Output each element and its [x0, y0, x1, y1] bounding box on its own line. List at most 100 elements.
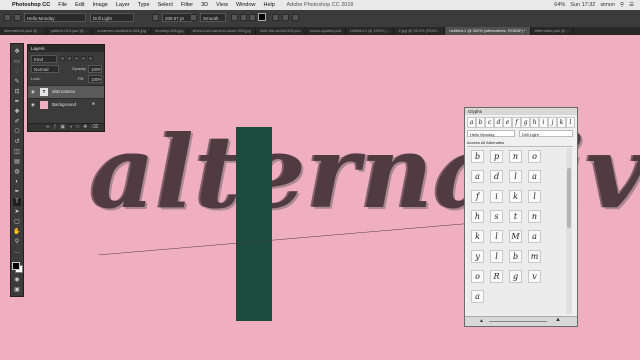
- layer-style-icon[interactable]: ƒ: [54, 124, 57, 131]
- lasso-tool-icon[interactable]: ◌: [13, 68, 21, 76]
- path-select-tool-icon[interactable]: ➤: [13, 208, 21, 216]
- quick-mask-icon[interactable]: ◉: [13, 276, 21, 284]
- layer-row-background[interactable]: ◉ Background ■: [28, 98, 104, 111]
- search-icon[interactable]: ⚲: [620, 2, 624, 8]
- quick-select-tool-icon[interactable]: ✎: [13, 78, 21, 86]
- brush-tool-icon[interactable]: ✐: [13, 118, 21, 126]
- document-tab[interactable]: when-love-came-to-town-009.jpg: [188, 27, 256, 35]
- recent-glyph-cell[interactable]: d: [494, 117, 503, 128]
- document-tab[interactable]: ornamen-variations-004.jpg: [93, 27, 151, 35]
- crop-tool-icon[interactable]: ⊡: [13, 88, 21, 96]
- glyph-size-slider[interactable]: [489, 321, 547, 322]
- font-style-select[interactable]: Drill Light: [90, 13, 134, 22]
- filter-pixel-icon[interactable]: [60, 56, 65, 61]
- text-color-swatch[interactable]: [258, 13, 266, 21]
- filter-shape-icon[interactable]: [81, 56, 86, 61]
- visibility-eye-icon[interactable]: ◉: [31, 89, 35, 95]
- document-tab[interactable]: Untitled-1 @ 100% (...: [346, 27, 395, 35]
- glyph-cell[interactable]: b: [471, 150, 484, 163]
- glyph-cell[interactable]: h: [471, 210, 484, 223]
- recent-glyph-cell[interactable]: j: [548, 117, 557, 128]
- glyph-cell[interactable]: t: [509, 210, 522, 223]
- glyph-cell[interactable]: l: [490, 250, 503, 263]
- menu-list-icon[interactable]: ☰: [629, 2, 634, 8]
- layer-name[interactable]: Background: [52, 102, 76, 107]
- recent-glyph-cell[interactable]: a: [467, 117, 476, 128]
- recent-glyph-cell[interactable]: c: [485, 117, 494, 128]
- recent-glyph-cell[interactable]: g: [521, 117, 530, 128]
- glyph-cell[interactable]: n: [509, 150, 522, 163]
- glyph-cell[interactable]: d: [490, 170, 503, 183]
- clock[interactable]: Sun 17:32: [570, 2, 595, 8]
- glyph-cell[interactable]: a: [471, 290, 484, 303]
- add-mask-icon[interactable]: ▣: [60, 124, 65, 131]
- glyph-cell[interactable]: a: [528, 170, 541, 183]
- glyph-cell[interactable]: l: [509, 170, 522, 183]
- glyph-cell[interactable]: n: [528, 210, 541, 223]
- recent-glyph-cell[interactable]: f: [512, 117, 521, 128]
- glyph-cell[interactable]: o: [528, 150, 541, 163]
- align-center-icon[interactable]: [240, 14, 247, 21]
- anti-alias-select[interactable]: Smooth: [200, 13, 226, 22]
- document-tab[interactable]: pattern-013.psd @ ...: [47, 27, 94, 35]
- glyph-cell[interactable]: b: [509, 250, 522, 263]
- glyph-cell[interactable]: s: [490, 210, 503, 223]
- menu-edit[interactable]: Edit: [71, 2, 88, 8]
- menu-3d[interactable]: 3D: [197, 2, 212, 8]
- shape-tool-icon[interactable]: ▢: [13, 218, 21, 226]
- layer-row-alternatives[interactable]: ◉ T alternatives: [28, 85, 104, 98]
- glyph-cell[interactable]: v: [528, 270, 541, 283]
- zoom-out-icon[interactable]: ▲: [479, 318, 484, 324]
- recent-glyph-cell[interactable]: h: [530, 117, 539, 128]
- zoom-in-icon[interactable]: ▲: [555, 317, 561, 323]
- 3d-icon[interactable]: [292, 14, 299, 21]
- menu-layer[interactable]: Layer: [112, 2, 134, 8]
- glyph-cell[interactable]: M: [509, 230, 522, 243]
- document-tab[interactable]: alternates.psd @ ...: [531, 27, 575, 35]
- document-tab[interactable]: 2.jpg @ 33.3% (RGB/...: [394, 27, 446, 35]
- glyph-filter-select[interactable]: Access All Alternates: [467, 139, 573, 147]
- screen-mode-icon[interactable]: ▣: [13, 286, 21, 294]
- glyph-cell[interactable]: p: [490, 150, 503, 163]
- layer-name[interactable]: alternatives: [52, 89, 75, 94]
- glyph-cell[interactable]: R: [490, 270, 503, 283]
- battery-indicator[interactable]: 64%: [554, 2, 565, 8]
- menu-view[interactable]: View: [212, 2, 232, 8]
- zoom-tool-icon[interactable]: ⚲: [13, 238, 21, 246]
- hand-tool-icon[interactable]: ✋: [13, 228, 21, 236]
- glyph-font-family-select[interactable]: Hello Monday: [467, 130, 515, 137]
- glyph-cell[interactable]: a: [471, 170, 484, 183]
- history-brush-tool-icon[interactable]: ↺: [13, 138, 21, 146]
- glyph-cell[interactable]: l: [528, 190, 541, 203]
- eraser-tool-icon[interactable]: ◫: [13, 148, 21, 156]
- menu-filter[interactable]: Filter: [177, 2, 197, 8]
- new-layer-icon[interactable]: ✚: [83, 124, 87, 131]
- glyph-cell[interactable]: f: [471, 190, 484, 203]
- dodge-tool-icon[interactable]: ◐: [13, 178, 21, 186]
- menu-image[interactable]: Image: [89, 2, 112, 8]
- filter-type-icon[interactable]: [74, 56, 79, 61]
- recent-glyph-cell[interactable]: l: [566, 117, 575, 128]
- foreground-color-swatch[interactable]: [12, 262, 20, 270]
- move-tool-icon[interactable]: ✥: [13, 48, 21, 56]
- user-name[interactable]: simon: [600, 2, 615, 8]
- menu-help[interactable]: Help: [260, 2, 279, 8]
- glyph-cell[interactable]: i: [490, 190, 503, 203]
- eyedropper-tool-icon[interactable]: ✒: [13, 98, 21, 106]
- text-orientation-icon[interactable]: [14, 14, 21, 21]
- opacity-field[interactable]: 100%: [88, 65, 102, 73]
- glyph-cell[interactable]: o: [471, 270, 484, 283]
- glyph-cell[interactable]: l: [490, 230, 503, 243]
- blend-mode-select[interactable]: Normal: [31, 65, 59, 73]
- visibility-eye-icon[interactable]: ◉: [31, 102, 35, 108]
- adjustment-layer-icon[interactable]: ◑: [69, 124, 72, 131]
- glyph-scrollbar[interactable]: [566, 148, 572, 314]
- align-right-icon[interactable]: [249, 14, 256, 21]
- new-group-icon[interactable]: □: [76, 124, 79, 131]
- glyph-cell[interactable]: y: [471, 250, 484, 263]
- recent-glyph-cell[interactable]: k: [557, 117, 566, 128]
- menu-select[interactable]: Select: [154, 2, 177, 8]
- document-tab[interactable]: music-quotes.psd: [306, 27, 346, 35]
- tool-preset-icon[interactable]: [4, 14, 11, 21]
- menu-type[interactable]: Type: [134, 2, 154, 8]
